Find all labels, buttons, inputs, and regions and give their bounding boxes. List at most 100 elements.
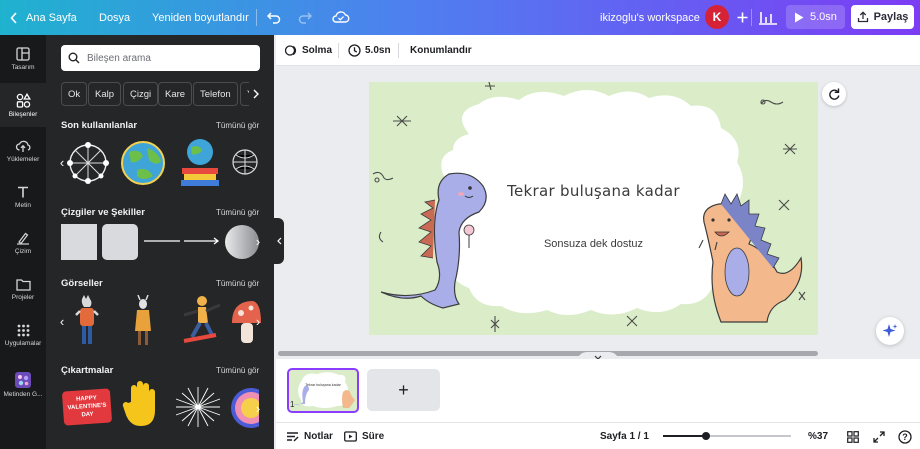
recent-thumb-globe[interactable] [117,138,169,188]
page-indicator-button[interactable]: Sayfa 1 / 1 [600,423,649,449]
search-box[interactable] [61,45,260,71]
chip-heart[interactable]: Kalp [88,82,122,106]
graphics-next-button[interactable]: › [251,311,265,331]
transition-button[interactable]: Solma [285,35,332,66]
shape-rounded-square[interactable] [102,224,138,260]
undo-button[interactable] [266,9,282,28]
resize-button[interactable]: Yeniden boyutlandır [152,0,249,35]
dino-right [698,193,803,323]
zoom-slider-knob[interactable] [702,432,710,440]
insights-button[interactable] [758,8,778,29]
rail-label: Uygulamalar [4,339,42,347]
rail-item-apps[interactable]: Uygulamalar [0,313,46,357]
sparkle-icon [882,324,898,337]
folder-icon [15,278,31,291]
page-thumbnail-1[interactable]: Tekrar buluşana kadar [287,368,359,413]
rail-item-projects[interactable]: Projeler [0,267,46,311]
recent-thumb-globe-lines[interactable] [229,147,261,177]
workspace-name[interactable]: ikizoglu's workspace [600,0,700,35]
magic-assistant-button[interactable] [876,317,904,345]
chip-square[interactable]: Kare [158,82,193,106]
timer-icon [344,431,357,442]
rail-label: Yüklemeler [6,156,40,163]
help-button[interactable]: ? [898,423,912,449]
search-input[interactable] [87,52,247,64]
recent-thumb-network[interactable] [63,138,113,188]
chip-arrow[interactable]: Ok [61,82,88,106]
resize-label: Yeniden boyutlandır [152,11,249,24]
redo-button[interactable] [297,9,313,28]
present-label: 5.0sn [810,11,837,23]
shapes-next-button[interactable]: › [251,231,265,251]
transition-icon [285,45,297,56]
rail-item-draw[interactable]: Çizim [0,221,46,265]
rail-item-uploads[interactable]: Yüklemeler [0,129,46,173]
invite-button[interactable] [732,7,752,27]
position-button[interactable]: Konumlandır [410,35,472,66]
slide-title[interactable]: Tekrar buluşana kadar [369,183,818,200]
rail-item-text-to-image[interactable]: Metinden G... [0,363,46,407]
slide-canvas[interactable]: Tekrar buluşana kadar Sonsuza dek dostuz [369,82,818,335]
rail-item-design[interactable]: Tasarım [0,37,46,81]
elements-panel: Ok Kalp Çizgi Kare Telefon Yı Son kullan… [46,35,274,449]
text-icon [18,186,28,198]
shape-arrow-line[interactable] [183,234,221,248]
chip-line[interactable]: Çizgi [123,82,159,106]
duration-label: 5.0sn [365,45,391,56]
cloud-check-icon [332,11,350,23]
chips-next-button[interactable] [249,82,263,106]
duration-button[interactable]: 5.0sn [348,35,391,66]
apps-grid-icon [17,324,29,336]
home-button[interactable]: Ana Sayfa [10,0,77,35]
shape-square[interactable] [61,224,97,260]
graphics-see-all[interactable]: Tümünü gör [216,279,259,288]
save-status-button[interactable] [332,9,350,28]
graphic-skateboarder[interactable] [172,295,226,347]
elements-icon [16,92,31,108]
rail-label: Çizim [14,248,32,255]
recent-thumb-books-globe[interactable] [176,136,224,188]
lines-shapes-see-all[interactable]: Tümünü gör [216,208,259,217]
shape-line[interactable] [143,234,181,248]
notes-button[interactable]: Notlar [286,423,333,449]
graphic-deer-character[interactable] [132,295,154,347]
notes-icon [287,432,299,442]
graphic-wolf-character[interactable] [74,295,100,347]
horizontal-scrollbar[interactable] [278,351,818,356]
present-button[interactable]: 5.0sn [786,5,845,29]
timer-label: Süre [362,431,385,442]
timer-button[interactable]: Süre [344,423,384,449]
chip-phone[interactable]: Telefon [193,82,238,106]
share-upload-icon [857,11,868,23]
page-thumbnail-title: Tekrar buluşana kadar [305,383,341,387]
page-thumbnail-artwork [293,372,355,408]
panel-collapse-button[interactable] [274,218,284,264]
sticker-hand-wave[interactable] [121,380,165,428]
bar-chart-icon [759,12,777,25]
grid-view-icon [847,430,859,443]
fullscreen-button[interactable] [873,423,885,449]
notes-label: Notlar [304,431,333,442]
workspace-label: ikizoglu's workspace [600,11,700,24]
zoom-level-button[interactable]: %37 [808,423,828,449]
undo-icon [266,12,281,24]
graphics-title: Görseller [61,278,103,289]
sticker-starburst[interactable] [172,385,224,429]
rail-item-text[interactable]: Metin [0,175,46,219]
avatar[interactable]: K [705,5,729,29]
add-page-button[interactable]: + [367,369,440,411]
graphics-prev-button[interactable]: ‹ [55,311,69,331]
layout-icon [16,47,30,61]
stickers-next-button[interactable]: › [251,398,265,418]
slide-subtitle[interactable]: Sonsuza dek dostuz [369,238,818,250]
stickers-see-all[interactable]: Tümünü gör [216,366,259,375]
share-button[interactable]: Paylaş [851,5,914,29]
grid-view-button[interactable] [847,423,859,449]
regenerate-button[interactable] [822,82,846,106]
recent-see-all[interactable]: Tümünü gör [216,121,259,130]
file-menu-button[interactable]: Dosya [99,0,130,35]
sticker-valentines[interactable]: HAPPY VALENTINE'S DAY [61,388,113,426]
rail-item-elements[interactable]: Bileşenler [0,83,46,127]
search-icon [68,52,80,64]
rail-label: Metinden G... [3,391,43,398]
